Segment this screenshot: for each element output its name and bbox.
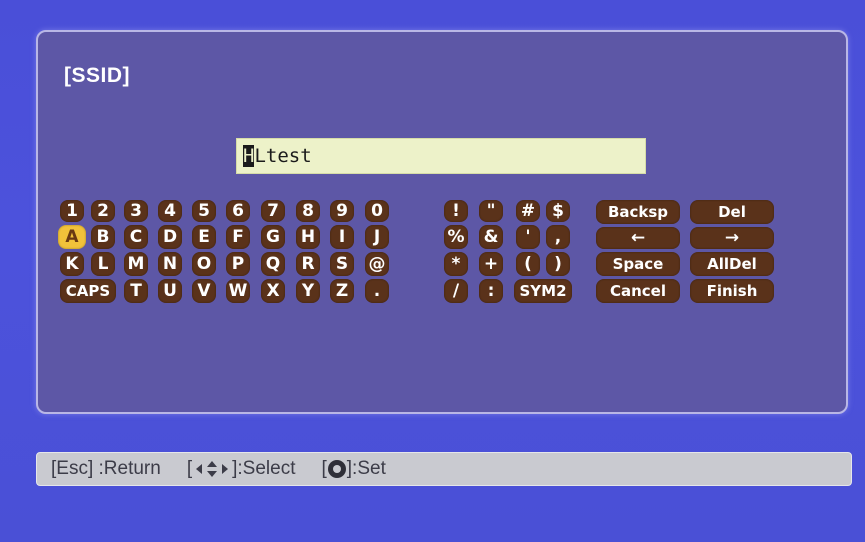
- key-caps[interactable]: CAPS: [60, 279, 116, 303]
- key-n[interactable]: N: [158, 252, 182, 276]
- key-slash[interactable]: /: [444, 279, 468, 303]
- key-b[interactable]: B: [91, 225, 115, 249]
- delete-button[interactable]: Del: [690, 200, 774, 224]
- return-label: :Return: [98, 458, 161, 479]
- key-plus[interactable]: +: [479, 252, 503, 276]
- space-button[interactable]: Space: [596, 252, 680, 276]
- key-percent[interactable]: %: [444, 225, 468, 249]
- key-9[interactable]: 9: [330, 200, 354, 222]
- key-4[interactable]: 4: [158, 200, 182, 222]
- key-q[interactable]: Q: [261, 252, 285, 276]
- key-hash[interactable]: #: [516, 200, 540, 222]
- help-bar: [Esc] :Return [ ]:Select [ ]:Set: [36, 452, 852, 486]
- key-v[interactable]: V: [192, 279, 216, 303]
- cursor-left-button[interactable]: ←: [596, 227, 680, 249]
- key-2[interactable]: 2: [91, 200, 115, 222]
- ssid-input-text: Ltest: [254, 145, 312, 167]
- key-open-paren[interactable]: (: [516, 252, 540, 276]
- key-f[interactable]: F: [226, 225, 250, 249]
- backspace-button[interactable]: Backsp: [596, 200, 680, 224]
- key-3[interactable]: 3: [124, 200, 148, 222]
- key-colon[interactable]: :: [479, 279, 503, 303]
- key-5[interactable]: 5: [192, 200, 216, 222]
- key-p[interactable]: P: [226, 252, 250, 276]
- key-sym2[interactable]: SYM2: [514, 279, 572, 303]
- key-x[interactable]: X: [261, 279, 285, 303]
- key-j[interactable]: J: [365, 225, 389, 249]
- key-double-quote[interactable]: ": [479, 200, 503, 222]
- key-dollar[interactable]: $: [546, 200, 570, 222]
- key-period[interactable]: .: [365, 279, 389, 303]
- cancel-button[interactable]: Cancel: [596, 279, 680, 303]
- ssid-input[interactable]: H Ltest: [236, 138, 646, 174]
- help-return: [Esc] :Return: [51, 458, 161, 480]
- key-t[interactable]: T: [124, 279, 148, 303]
- finish-button[interactable]: Finish: [690, 279, 774, 303]
- arrow-keys-icon: [194, 460, 230, 478]
- all-delete-button[interactable]: AllDel: [690, 252, 774, 276]
- select-open-bracket: [: [186, 458, 193, 479]
- key-m[interactable]: M: [124, 252, 148, 276]
- key-o[interactable]: O: [192, 252, 216, 276]
- key-u[interactable]: U: [158, 279, 182, 303]
- key-6[interactable]: 6: [226, 200, 250, 222]
- esc-key-label: [Esc]: [51, 458, 94, 479]
- key-r[interactable]: R: [296, 252, 320, 276]
- key-1[interactable]: 1: [60, 200, 84, 222]
- key-asterisk[interactable]: *: [444, 252, 468, 276]
- key-l[interactable]: L: [91, 252, 115, 276]
- key-d[interactable]: D: [158, 225, 182, 249]
- key-c[interactable]: C: [124, 225, 148, 249]
- help-select: [ ]:Select: [187, 458, 296, 480]
- key-e[interactable]: E: [192, 225, 216, 249]
- key-h[interactable]: H: [296, 225, 320, 249]
- select-label: ]:Select: [232, 458, 296, 479]
- cursor-char: H: [243, 145, 255, 167]
- key-i[interactable]: I: [330, 225, 354, 249]
- key-ampersand[interactable]: &: [479, 225, 503, 249]
- key-comma[interactable]: ,: [546, 225, 570, 249]
- key-k[interactable]: K: [60, 252, 84, 276]
- key-close-paren[interactable]: ): [546, 252, 570, 276]
- set-label: ]:Set: [346, 458, 386, 479]
- key-0[interactable]: 0: [365, 200, 389, 222]
- key-s[interactable]: S: [330, 252, 354, 276]
- key-g[interactable]: G: [261, 225, 285, 249]
- key-a[interactable]: A: [58, 225, 86, 249]
- key-7[interactable]: 7: [261, 200, 285, 222]
- key-z[interactable]: Z: [330, 279, 354, 303]
- help-set: [ ]:Set: [321, 458, 385, 480]
- key-exclamation[interactable]: !: [444, 200, 468, 222]
- key-8[interactable]: 8: [296, 200, 320, 222]
- key-w[interactable]: W: [226, 279, 250, 303]
- cursor-right-button[interactable]: →: [690, 227, 774, 249]
- ssid-dialog: [SSID] H Ltest 1 2 3 4 5 6 7 8 9 0 A B C …: [36, 30, 848, 414]
- enter-button-icon: [327, 460, 346, 478]
- key-apostrophe[interactable]: ': [516, 225, 540, 249]
- dialog-title: [SSID]: [64, 64, 130, 87]
- set-open-bracket: [: [321, 458, 327, 479]
- key-at[interactable]: @: [365, 252, 389, 276]
- key-y[interactable]: Y: [296, 279, 320, 303]
